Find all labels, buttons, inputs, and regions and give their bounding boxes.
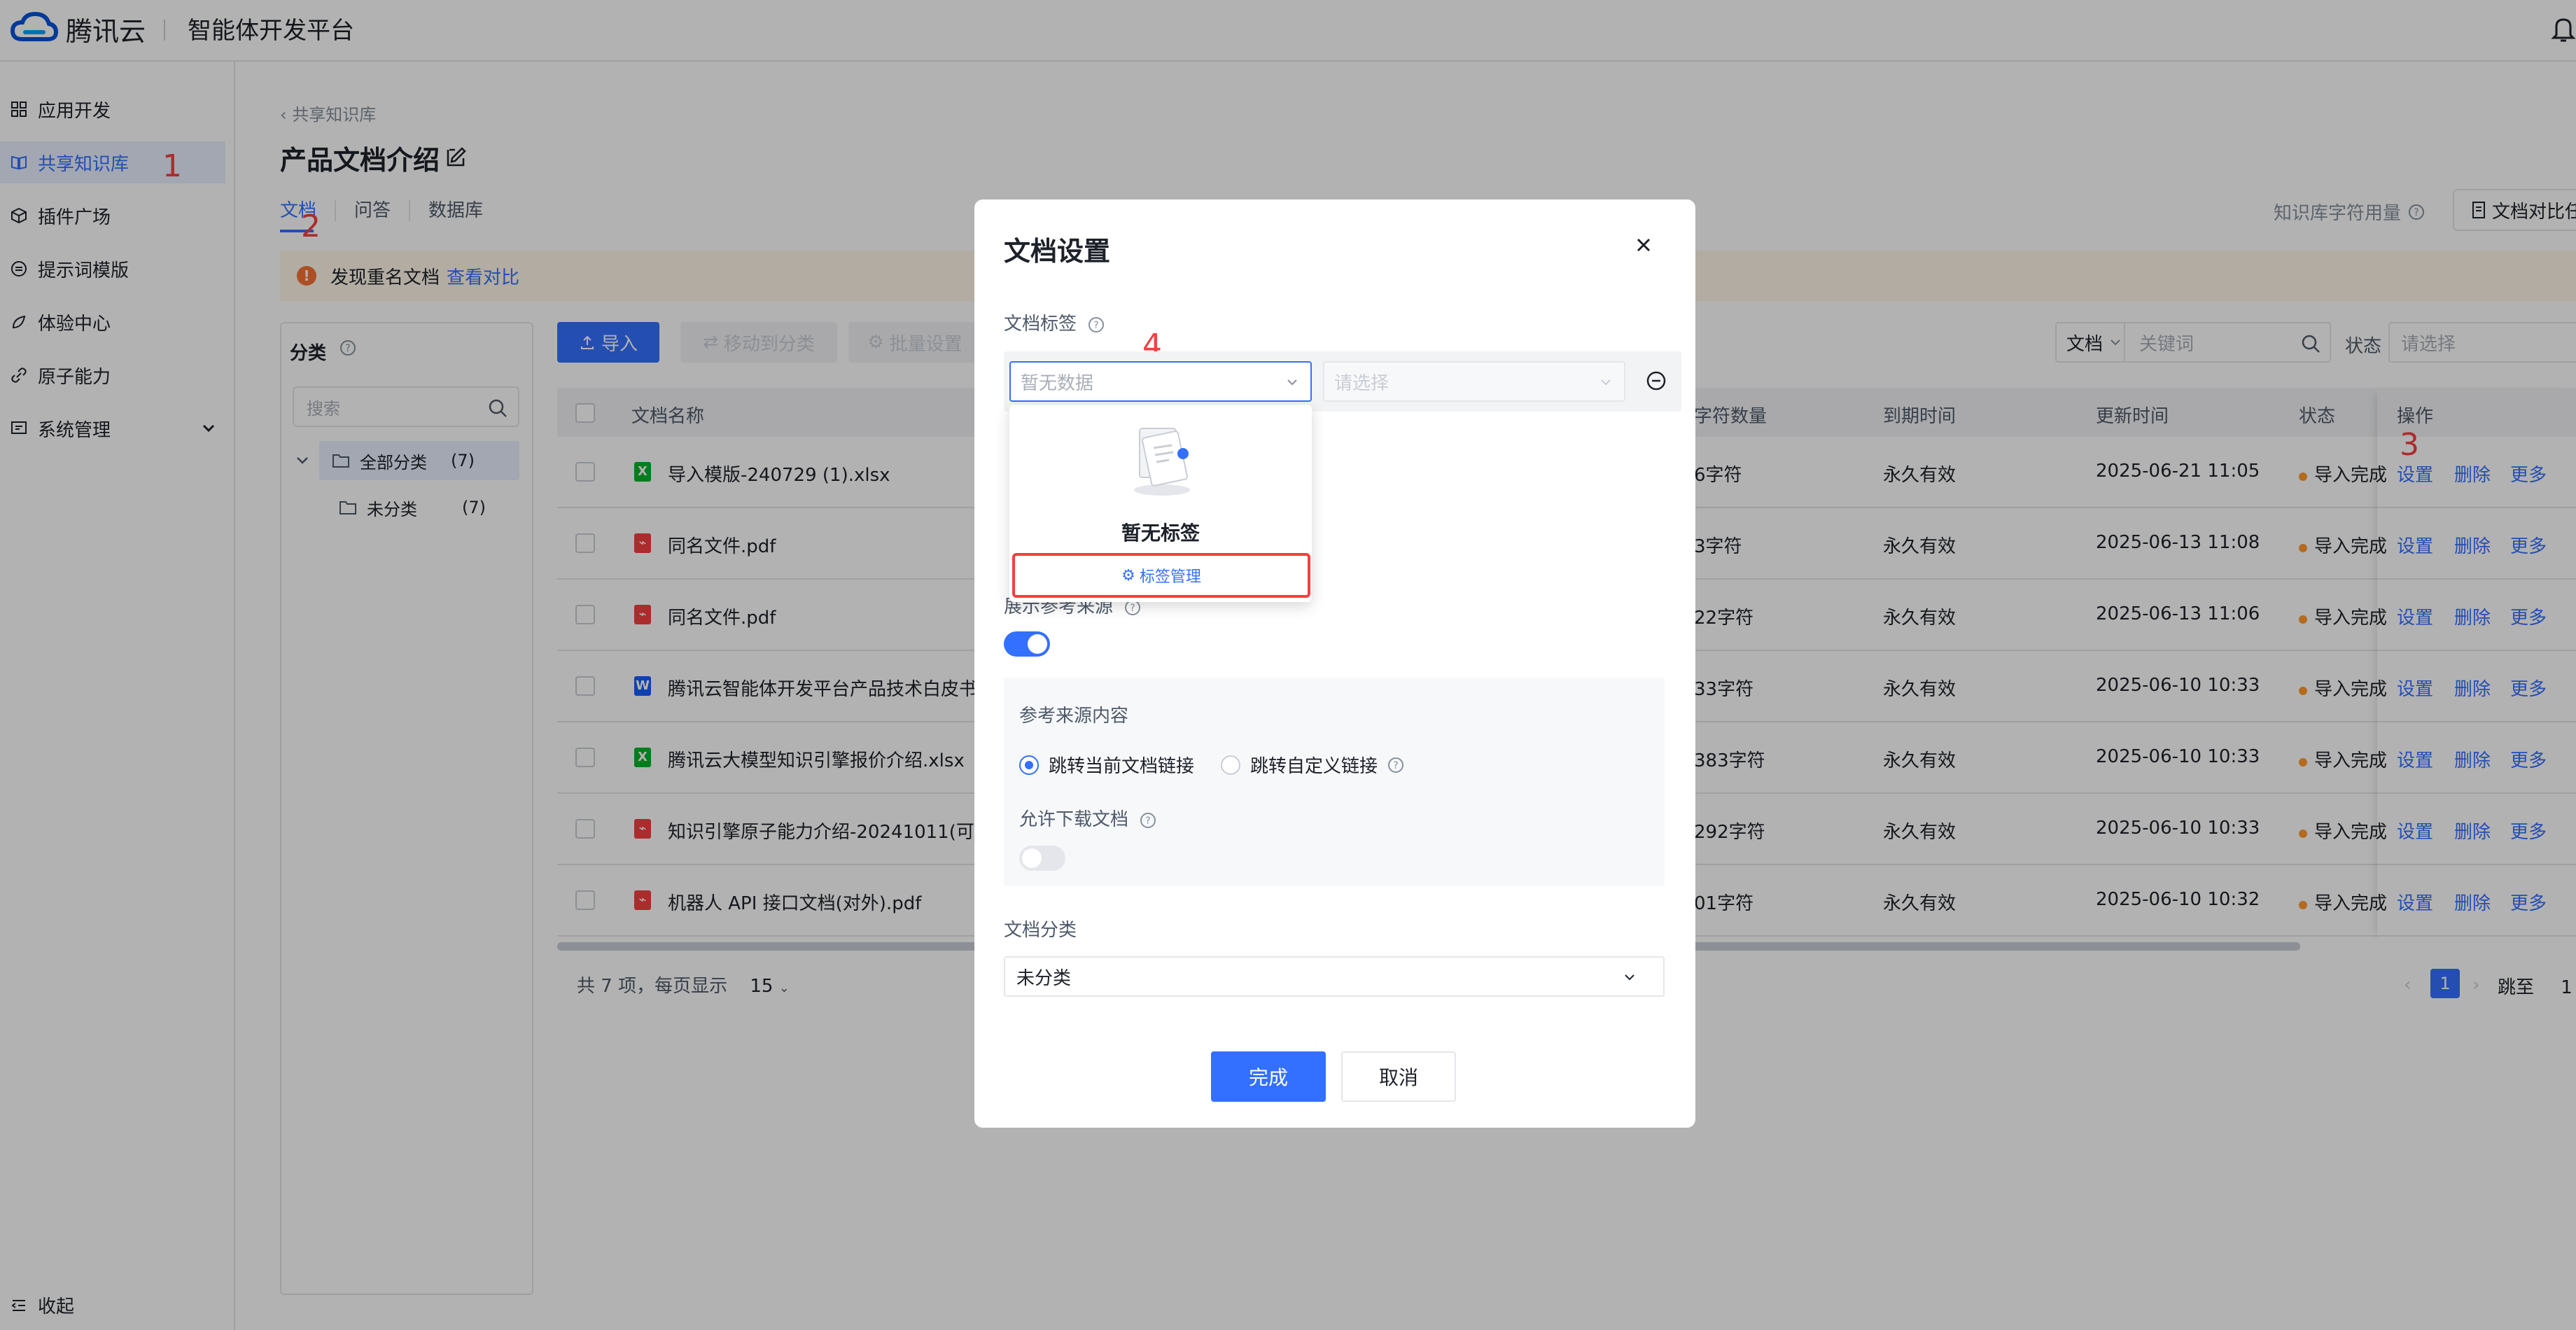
close-icon[interactable]	[1632, 234, 1655, 256]
tag-value-placeholder: 请选择	[1334, 372, 1390, 394]
tag-label-text: 文档标签	[1004, 314, 1077, 335]
svg-text:?: ?	[1393, 760, 1398, 771]
show-ref-toggle[interactable]	[1004, 631, 1050, 657]
ref-content-label: 参考来源内容	[1019, 706, 1129, 727]
radio-unchecked[interactable]	[1221, 755, 1240, 775]
category-select[interactable]: 未分类	[1004, 956, 1665, 997]
tag-select-placeholder: 暂无数据	[1021, 372, 1094, 394]
allow-download-text: 允许下载文档	[1019, 809, 1129, 830]
ref-option-current[interactable]: 跳转当前文档链接	[1019, 752, 1194, 778]
help-icon[interactable]: ?	[1088, 316, 1105, 333]
ref-option-current-label: 跳转当前文档链接	[1049, 756, 1195, 777]
tag-manage-button[interactable]: ⚙ 标签管理	[1012, 553, 1310, 598]
svg-text:?: ?	[1094, 320, 1099, 331]
remove-tag-icon[interactable]	[1645, 370, 1667, 392]
confirm-button[interactable]: 完成	[1211, 1051, 1326, 1102]
category-select-value: 未分类	[1016, 967, 1072, 989]
radio-checked[interactable]	[1019, 755, 1039, 775]
chevron-down-icon	[1287, 379, 1297, 386]
chevron-down-icon	[1625, 974, 1634, 981]
svg-text:?: ?	[1146, 816, 1151, 827]
help-icon[interactable]: ?	[1387, 757, 1404, 774]
allow-download-label: 允许下载文档 ?	[1019, 805, 1156, 831]
allow-download-toggle[interactable]	[1019, 846, 1065, 871]
tag-label: 文档标签 ?	[1004, 309, 1105, 335]
gear-icon: ⚙	[1121, 566, 1135, 584]
help-icon[interactable]: ?	[1140, 812, 1156, 829]
category-label: 文档分类	[1004, 920, 1077, 941]
svg-text:?: ?	[1130, 603, 1135, 614]
cancel-button[interactable]: 取消	[1341, 1051, 1456, 1102]
empty-tags-text: 暂无标签	[1121, 522, 1200, 545]
empty-illustration-icon	[1134, 428, 1190, 496]
tag-name-select[interactable]: 暂无数据	[1009, 361, 1312, 402]
ref-option-custom[interactable]: 跳转自定义链接 ?	[1221, 752, 1404, 778]
tag-manage-label: 标签管理	[1139, 568, 1201, 586]
tag-value-select[interactable]: 请选择	[1323, 361, 1625, 402]
ref-option-custom-label: 跳转自定义链接	[1250, 756, 1378, 777]
modal-title: 文档设置	[1004, 236, 1111, 267]
chevron-down-icon	[1601, 379, 1611, 386]
